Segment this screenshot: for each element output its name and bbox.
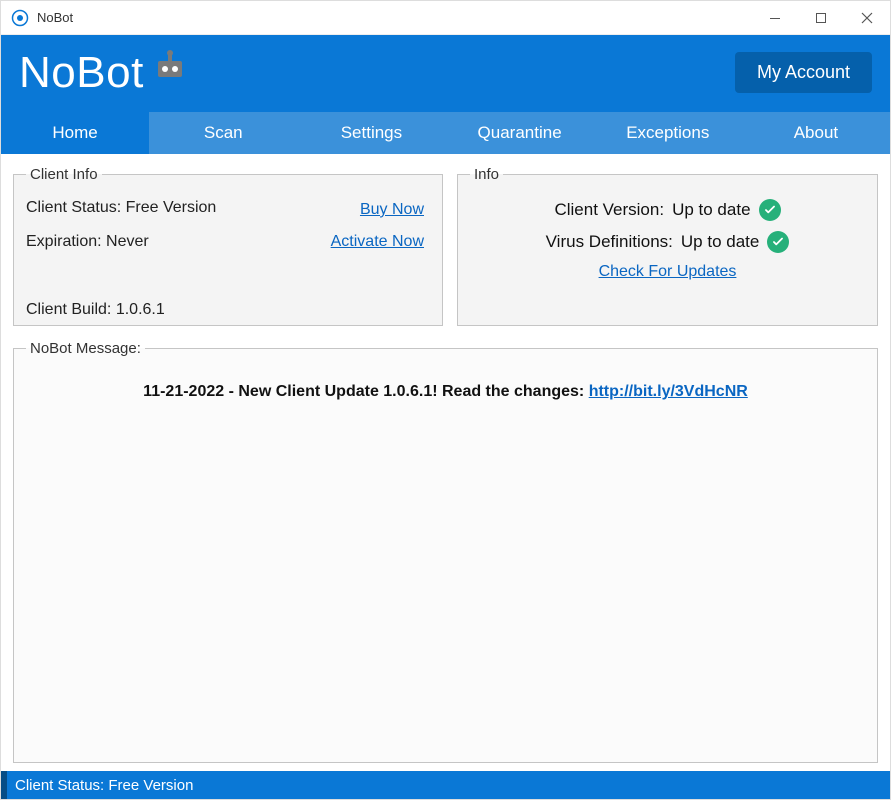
tab-settings[interactable]: Settings bbox=[297, 112, 445, 154]
client-version-status: Client Version: Up to date bbox=[554, 199, 780, 221]
tab-exceptions[interactable]: Exceptions bbox=[594, 112, 742, 154]
close-button[interactable] bbox=[844, 1, 890, 35]
status-bar-text: Client Status: Free Version bbox=[15, 777, 193, 794]
info-group: Info Client Version: Up to date Virus De… bbox=[457, 166, 878, 326]
tab-about[interactable]: About bbox=[742, 112, 890, 154]
nobot-message-group: NoBot Message: 11-21-2022 - New Client U… bbox=[13, 340, 878, 763]
nobot-message-link[interactable]: http://bit.ly/3VdHcNR bbox=[589, 383, 748, 400]
tab-quarantine[interactable]: Quarantine bbox=[446, 112, 594, 154]
virus-definitions-status: Virus Definitions: Up to date bbox=[546, 231, 790, 253]
client-expiration: Expiration: Never bbox=[26, 233, 331, 251]
check-icon bbox=[767, 231, 789, 253]
client-info-legend: Client Info bbox=[26, 166, 102, 183]
client-status: Client Status: Free Version bbox=[26, 199, 331, 217]
client-info-group: Client Info Client Status: Free Version … bbox=[13, 166, 443, 326]
buy-now-link[interactable]: Buy Now bbox=[360, 201, 424, 219]
status-bar: Client Status: Free Version bbox=[1, 771, 890, 799]
header-bar: NoBot My Account bbox=[1, 35, 890, 112]
status-bar-accent bbox=[1, 771, 7, 799]
check-for-updates-link[interactable]: Check For Updates bbox=[599, 263, 737, 281]
brand-logo: NoBot bbox=[19, 47, 190, 98]
tab-scan[interactable]: Scan bbox=[149, 112, 297, 154]
brand-text: NoBot bbox=[19, 48, 144, 98]
tab-bar: Home Scan Settings Quarantine Exceptions… bbox=[1, 112, 890, 154]
app-window: NoBot NoBot My Account Home Sca bbox=[0, 0, 891, 800]
minimize-button[interactable] bbox=[752, 1, 798, 35]
main-content: Client Info Client Status: Free Version … bbox=[1, 154, 890, 771]
info-legend: Info bbox=[470, 166, 503, 183]
brand-bot-icon bbox=[150, 47, 190, 98]
activate-now-link[interactable]: Activate Now bbox=[331, 233, 424, 251]
app-icon bbox=[11, 9, 29, 27]
nobot-message-legend: NoBot Message: bbox=[26, 340, 145, 357]
window-title: NoBot bbox=[37, 10, 73, 25]
my-account-button[interactable]: My Account bbox=[735, 52, 872, 93]
maximize-button[interactable] bbox=[798, 1, 844, 35]
client-build: Client Build: 1.0.6.1 bbox=[26, 283, 430, 319]
titlebar: NoBot bbox=[1, 1, 890, 35]
nobot-message-text: 11-21-2022 - New Client Update 1.0.6.1! … bbox=[26, 369, 865, 415]
tab-home[interactable]: Home bbox=[1, 112, 149, 154]
check-icon bbox=[759, 199, 781, 221]
